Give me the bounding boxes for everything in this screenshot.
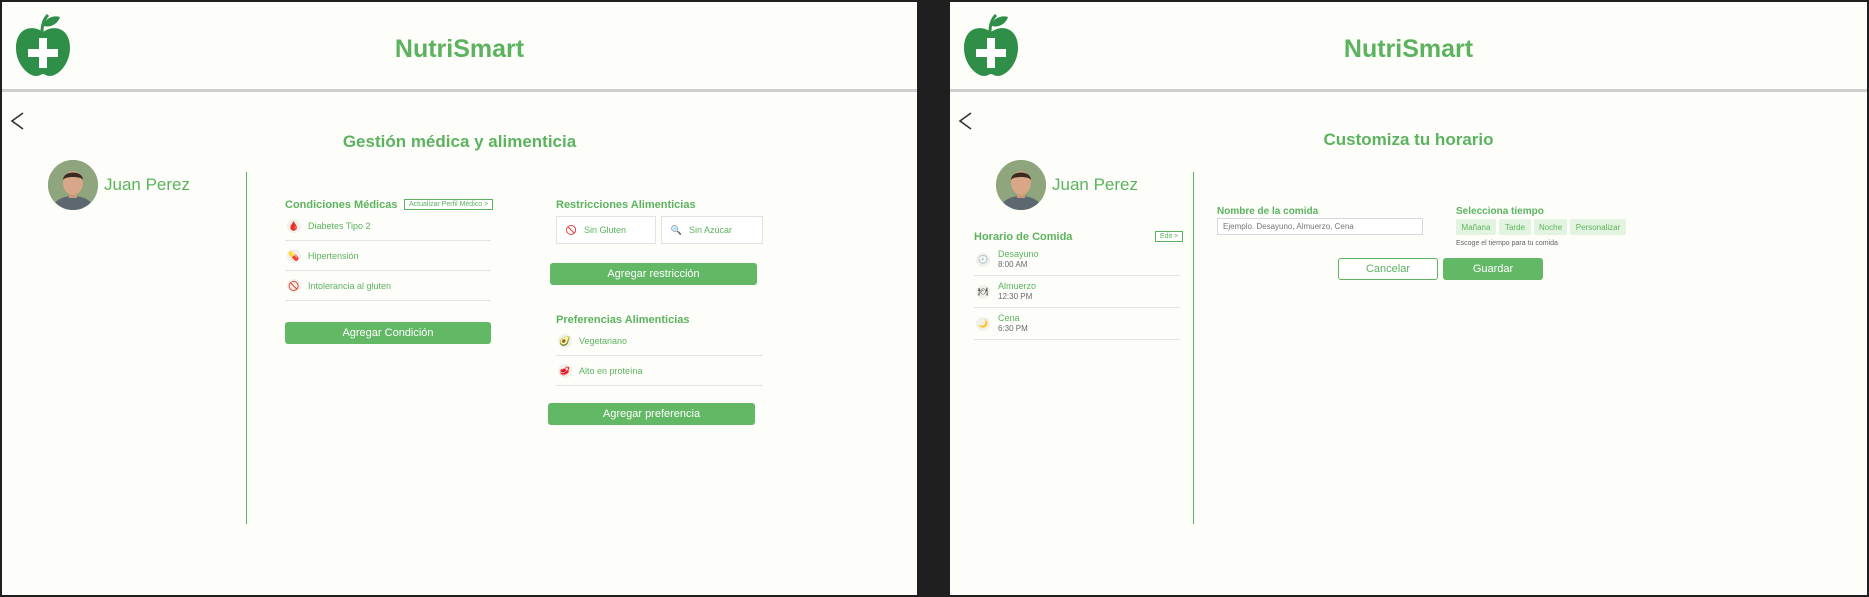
meal-time: 12:30 PM	[998, 292, 1033, 301]
meal-name-label: Nombre de la comida	[1217, 206, 1319, 217]
restriction-chip[interactable]: 🚫 Sin Gluten	[556, 216, 656, 244]
vertical-divider	[1193, 172, 1194, 524]
time-option-morning[interactable]: Mañana	[1456, 219, 1496, 235]
app-title: NutriSmart	[394, 35, 525, 63]
meal-time: 6:30 PM	[998, 324, 1028, 333]
meal-item[interactable]: 🌙 Cena 6:30 PM	[974, 308, 1180, 340]
meat-icon: 🥩	[558, 364, 572, 378]
meal-item[interactable]: 🕗 Desayuno 8:00 AM	[974, 244, 1180, 276]
glucose-meter-icon: 🩸	[287, 219, 301, 233]
time-option-afternoon[interactable]: Tarde	[1499, 219, 1531, 235]
meal-time: 8:00 AM	[998, 260, 1028, 269]
condition-label: Diabetes Tipo 2	[308, 221, 371, 231]
condition-label: Intolerancia al gluten	[308, 281, 392, 291]
pills-icon: 💊	[287, 249, 301, 263]
user-name: Juan Perez	[104, 175, 190, 194]
restriction-label: Sin Azúcar	[689, 225, 733, 235]
meal-name-input[interactable]	[1217, 218, 1423, 235]
no-gluten-icon: 🚫	[565, 224, 578, 235]
avatar[interactable]	[996, 160, 1046, 210]
no-gluten-icon: 🚫	[287, 279, 301, 293]
food-preferences-title: Preferencias Alimenticias	[556, 314, 690, 326]
app-header: NutriSmart	[2, 2, 917, 92]
condition-item[interactable]: 🚫 Intolerancia al gluten	[285, 272, 491, 301]
back-chevron-icon[interactable]	[956, 110, 974, 132]
meal-name: Desayuno	[998, 249, 1039, 259]
condition-label: Hipertensión	[308, 251, 359, 261]
cancel-button[interactable]: Cancelar	[1338, 258, 1438, 280]
vertical-divider	[246, 172, 247, 524]
no-sugar-icon: 🔍	[670, 224, 683, 235]
user-name: Juan Perez	[1052, 175, 1138, 194]
time-option-night[interactable]: Noche	[1534, 219, 1567, 235]
avocado-icon: 🥑	[558, 334, 572, 348]
schedule-screen: NutriSmart Customiza tu horario Juan Per…	[950, 2, 1867, 595]
preference-item[interactable]: 🥩 Alto en proteína	[556, 357, 763, 386]
preference-label: Alto en proteína	[579, 366, 643, 376]
restriction-chip[interactable]: 🔍 Sin Azúcar	[661, 216, 763, 244]
clock-icon: 🕗	[976, 252, 990, 267]
update-medical-profile-button[interactable]: Actualizar Perfil Médico >	[404, 199, 494, 210]
time-option-custom[interactable]: Personalizar	[1570, 219, 1626, 235]
food-restrictions-title: Restricciones Alimenticias	[556, 199, 696, 211]
medical-management-screen: NutriSmart Gestión médica y alimenticia …	[2, 2, 917, 595]
preference-item[interactable]: 🥑 Vegetariano	[556, 327, 763, 356]
condition-item[interactable]: 🩸 Diabetes Tipo 2	[285, 212, 491, 241]
add-condition-button[interactable]: Agregar Condición	[285, 322, 491, 344]
meal-name: Cena	[998, 313, 1020, 323]
add-restriction-button[interactable]: Agregar restricción	[550, 263, 757, 285]
save-button[interactable]: Guardar	[1443, 258, 1543, 280]
meal-schedule-title: Horario de Comida	[974, 231, 1073, 243]
edit-schedule-button[interactable]: Edit >	[1155, 231, 1184, 242]
add-preference-button[interactable]: Agregar preferencia	[548, 403, 755, 425]
avatar[interactable]	[48, 160, 98, 210]
plate-icon: 🍽	[976, 284, 990, 299]
back-chevron-icon[interactable]	[8, 110, 26, 132]
condition-item[interactable]: 💊 Hipertensión	[285, 242, 491, 271]
meal-item[interactable]: 🍽 Almuerzo 12:30 PM	[974, 276, 1180, 308]
page-title: Gestión médica y alimenticia	[342, 132, 577, 151]
moon-icon: 🌙	[976, 316, 990, 331]
meal-name: Almuerzo	[998, 281, 1037, 291]
preference-label: Vegetariano	[579, 336, 628, 346]
select-time-label: Selecciona tiempo	[1456, 206, 1544, 217]
restriction-label: Sin Gluten	[584, 225, 627, 235]
app-title: NutriSmart	[1343, 35, 1474, 63]
app-header: NutriSmart	[950, 2, 1867, 92]
time-hint: Escoge el tiempo para tu comida	[1456, 240, 1558, 247]
medical-conditions-title: Condiciones Médicas	[285, 199, 398, 211]
page-title: Customiza tu horario	[1323, 130, 1494, 149]
